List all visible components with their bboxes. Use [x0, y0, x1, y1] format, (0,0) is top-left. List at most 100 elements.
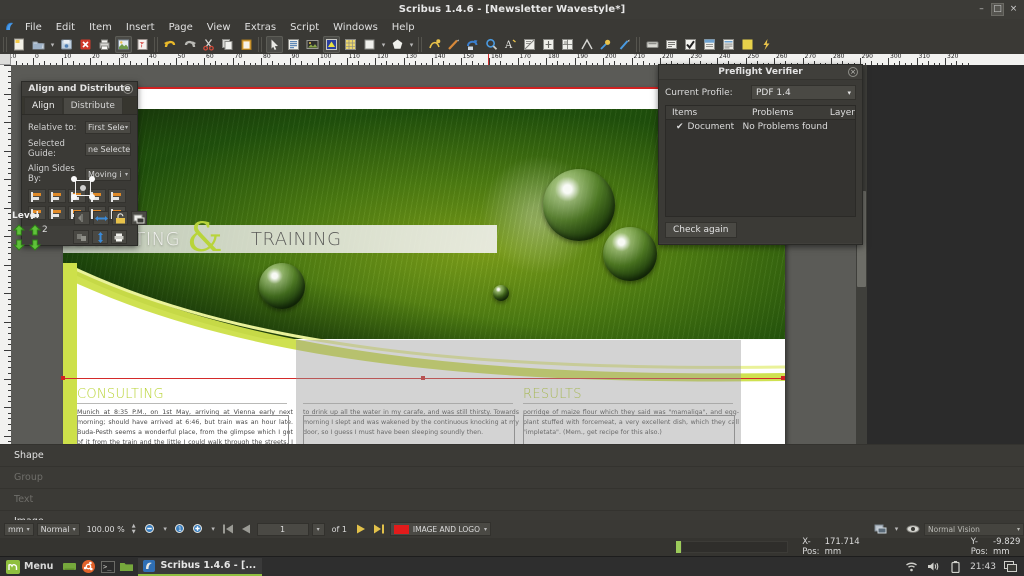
menu-edit[interactable]: Edit: [49, 20, 82, 35]
preview-eye-icon[interactable]: [905, 522, 920, 536]
table-icon[interactable]: [342, 36, 359, 53]
tab-align[interactable]: Align: [24, 97, 63, 114]
preflight-results-table[interactable]: Items Problems Layer ✔ Document No Probl…: [665, 105, 856, 217]
lower-to-bottom-icon[interactable]: [12, 238, 26, 251]
page-dropdown-caret[interactable]: ▾: [312, 523, 325, 536]
open-document-icon[interactable]: [30, 36, 47, 53]
menu-help[interactable]: Help: [385, 20, 422, 35]
menu-file[interactable]: File: [18, 20, 49, 35]
lower-one-level-icon[interactable]: [28, 238, 42, 251]
cms-toggle-icon[interactable]: [873, 522, 888, 536]
copy-item-properties-icon[interactable]: [578, 36, 595, 53]
undo-icon[interactable]: [162, 36, 179, 53]
lock-size-icon[interactable]: [131, 211, 147, 225]
properties-tab-shape[interactable]: Shape: [0, 444, 1024, 466]
start-menu-button[interactable]: Menu: [3, 559, 58, 574]
taskbar-window-scribus[interactable]: Scribus 1.4.6 - [...: [138, 558, 262, 576]
basepoint-handle-tr[interactable]: [89, 176, 95, 182]
menu-insert[interactable]: Insert: [119, 20, 162, 35]
pdf-link-annotation-icon[interactable]: [758, 36, 775, 53]
pdf-push-button-icon[interactable]: [644, 36, 661, 53]
selection-handle[interactable]: [781, 376, 785, 380]
new-document-icon[interactable]: [11, 36, 28, 53]
unlink-text-frames-icon[interactable]: [540, 36, 557, 53]
previous-page-icon[interactable]: [239, 522, 254, 536]
close-document-icon[interactable]: [77, 36, 94, 53]
pdf-annotation-icon[interactable]: [739, 36, 756, 53]
preflight-verifier-panel[interactable]: Preflight Verifier × Current Profile: PD…: [658, 64, 863, 245]
image-frame-icon[interactable]: [304, 36, 321, 53]
close-button[interactable]: ×: [1007, 3, 1020, 16]
shape-icon[interactable]: [361, 36, 378, 53]
terminal-icon[interactable]: >_: [100, 559, 115, 574]
raise-to-top-icon[interactable]: [12, 223, 26, 236]
copy-icon[interactable]: [219, 36, 236, 53]
ubuntu-icon[interactable]: [81, 559, 96, 574]
selected-guide-field[interactable]: ne Selected: [85, 143, 131, 156]
unit-select[interactable]: mm▾: [4, 523, 34, 536]
toolbar-grip[interactable]: [3, 37, 8, 52]
selection-handle[interactable]: [61, 376, 65, 380]
measurements-icon[interactable]: [559, 36, 576, 53]
print-icon[interactable]: [96, 36, 113, 53]
first-page-icon[interactable]: [221, 522, 236, 536]
print-item-icon[interactable]: [111, 230, 127, 244]
profile-select[interactable]: PDF 1.4 ▾: [751, 85, 856, 100]
zoom-spinner[interactable]: ▲▼: [132, 523, 136, 535]
save-document-icon[interactable]: [58, 36, 75, 53]
layer-select[interactable]: IMAGE AND LOGO ▾: [390, 522, 491, 536]
align-bottoms-icon[interactable]: [108, 189, 126, 203]
zoom-out-caret[interactable]: ▾: [161, 521, 170, 538]
basepoint-handle-center[interactable]: [80, 185, 86, 191]
toolbar-grip-4[interactable]: [418, 37, 423, 52]
flip-horizontal-icon[interactable]: [74, 211, 90, 225]
vision-select[interactable]: Normal Vision▾: [924, 523, 1024, 536]
group-icon[interactable]: [73, 230, 89, 244]
menu-script[interactable]: Script: [283, 20, 326, 35]
pdf-text-field-icon[interactable]: [663, 36, 680, 53]
toolbar-grip-5[interactable]: [636, 37, 641, 52]
pdf-combo-box-icon[interactable]: [701, 36, 718, 53]
ruler-corner[interactable]: [0, 54, 11, 65]
open-dropdown-caret[interactable]: ▾: [48, 36, 57, 53]
edit-text-icon[interactable]: A: [502, 36, 519, 53]
pdf-check-box-icon[interactable]: [682, 36, 699, 53]
battery-icon[interactable]: [948, 559, 963, 574]
page-number-input[interactable]: 1: [257, 523, 309, 536]
basepoint-widget[interactable]: [70, 175, 96, 201]
last-page-icon[interactable]: [372, 522, 387, 536]
polygon-dropdown-caret[interactable]: ▾: [407, 36, 416, 53]
table-row[interactable]: ✔ Document No Problems found: [666, 120, 855, 134]
tab-distribute[interactable]: Distribute: [63, 97, 123, 114]
cms-caret[interactable]: ▾: [892, 521, 901, 538]
freehand-line-icon[interactable]: [445, 36, 462, 53]
panel-header[interactable]: Align and Distribute ×: [22, 82, 137, 97]
basepoint-handle-bl[interactable]: [71, 194, 77, 200]
paste-icon[interactable]: [238, 36, 255, 53]
horizontal-ruler[interactable]: -100102030405060708090100110120130140150…: [0, 54, 1024, 65]
redo-icon[interactable]: [181, 36, 198, 53]
zoom-in-icon[interactable]: [191, 522, 206, 536]
link-text-frames-icon[interactable]: [521, 36, 538, 53]
menu-page[interactable]: Page: [162, 20, 200, 35]
menu-windows[interactable]: Windows: [326, 20, 385, 35]
flip-vertical-icon[interactable]: [93, 211, 109, 225]
file-manager-icon[interactable]: [62, 559, 77, 574]
maximize-button[interactable]: □: [991, 3, 1004, 16]
close-icon[interactable]: ×: [123, 84, 133, 94]
zoom-out-icon[interactable]: [143, 522, 158, 536]
menu-view[interactable]: View: [200, 20, 238, 35]
bezier-curve-icon[interactable]: [426, 36, 443, 53]
polygon-icon[interactable]: [389, 36, 406, 53]
cut-icon[interactable]: [200, 36, 217, 53]
render-frame-icon[interactable]: [323, 36, 340, 53]
zoom-100-icon[interactable]: 1: [173, 522, 188, 536]
wifi-icon[interactable]: [904, 559, 919, 574]
save-as-pdf-icon[interactable]: [134, 36, 151, 53]
toolbar-grip-2[interactable]: [154, 37, 159, 52]
panel-header[interactable]: Preflight Verifier ×: [659, 65, 862, 80]
rotate-item-icon[interactable]: [464, 36, 481, 53]
raise-one-level-icon[interactable]: [28, 223, 42, 236]
lock-item-icon[interactable]: [112, 211, 128, 225]
eye-dropper-icon[interactable]: [597, 36, 614, 53]
